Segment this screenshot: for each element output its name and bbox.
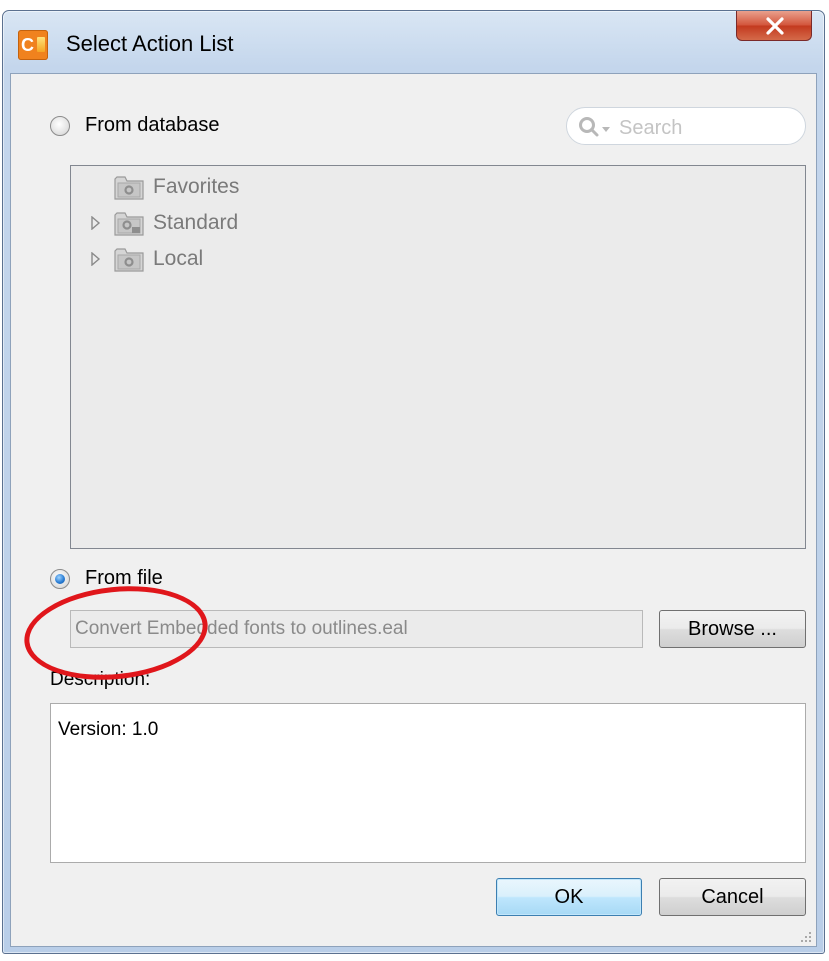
search-placeholder: Search — [619, 117, 683, 139]
dialog-title: Select Action List — [66, 31, 234, 56]
dialog-body: From database Search Favorites Standard … — [10, 73, 817, 947]
title-bar[interactable]: C Select Action List — [3, 11, 824, 73]
folder-gear-icon — [114, 248, 144, 272]
from-file-radio[interactable] — [50, 569, 70, 589]
description-label: Description: — [50, 669, 151, 690]
from-database-radio[interactable] — [50, 116, 70, 136]
select-action-list-dialog: C Select Action List From database Searc… — [2, 10, 825, 954]
expand-arrow-icon[interactable] — [91, 252, 101, 266]
tree-item-label: Local — [153, 247, 204, 270]
from-file-label[interactable]: From file — [85, 567, 163, 590]
tree-item-label: Favorites — [153, 175, 240, 198]
resize-grip-icon[interactable] — [798, 929, 812, 943]
from-database-label[interactable]: From database — [85, 114, 220, 137]
expand-arrow-icon[interactable] — [91, 216, 101, 230]
description-text: Version: 1.0 — [58, 719, 159, 740]
folder-gear-lock-icon — [114, 212, 144, 236]
description-box: Version: 1.0 — [50, 703, 806, 863]
search-icon — [579, 117, 610, 137]
close-button[interactable] — [736, 11, 812, 41]
action-list-tree[interactable]: Favorites Standard Local — [70, 165, 806, 549]
folder-gear-icon — [114, 176, 144, 200]
browse-button[interactable]: Browse ... — [659, 610, 806, 648]
tree-item-label: Standard — [153, 211, 239, 234]
close-icon — [766, 17, 784, 35]
app-icon: C — [18, 30, 48, 60]
ok-button[interactable]: OK — [496, 878, 642, 916]
file-path-field[interactable]: Convert Embedded fonts to outlines.eal — [70, 610, 643, 648]
search-input[interactable]: Search — [566, 107, 806, 145]
cancel-button[interactable]: Cancel — [659, 878, 806, 916]
